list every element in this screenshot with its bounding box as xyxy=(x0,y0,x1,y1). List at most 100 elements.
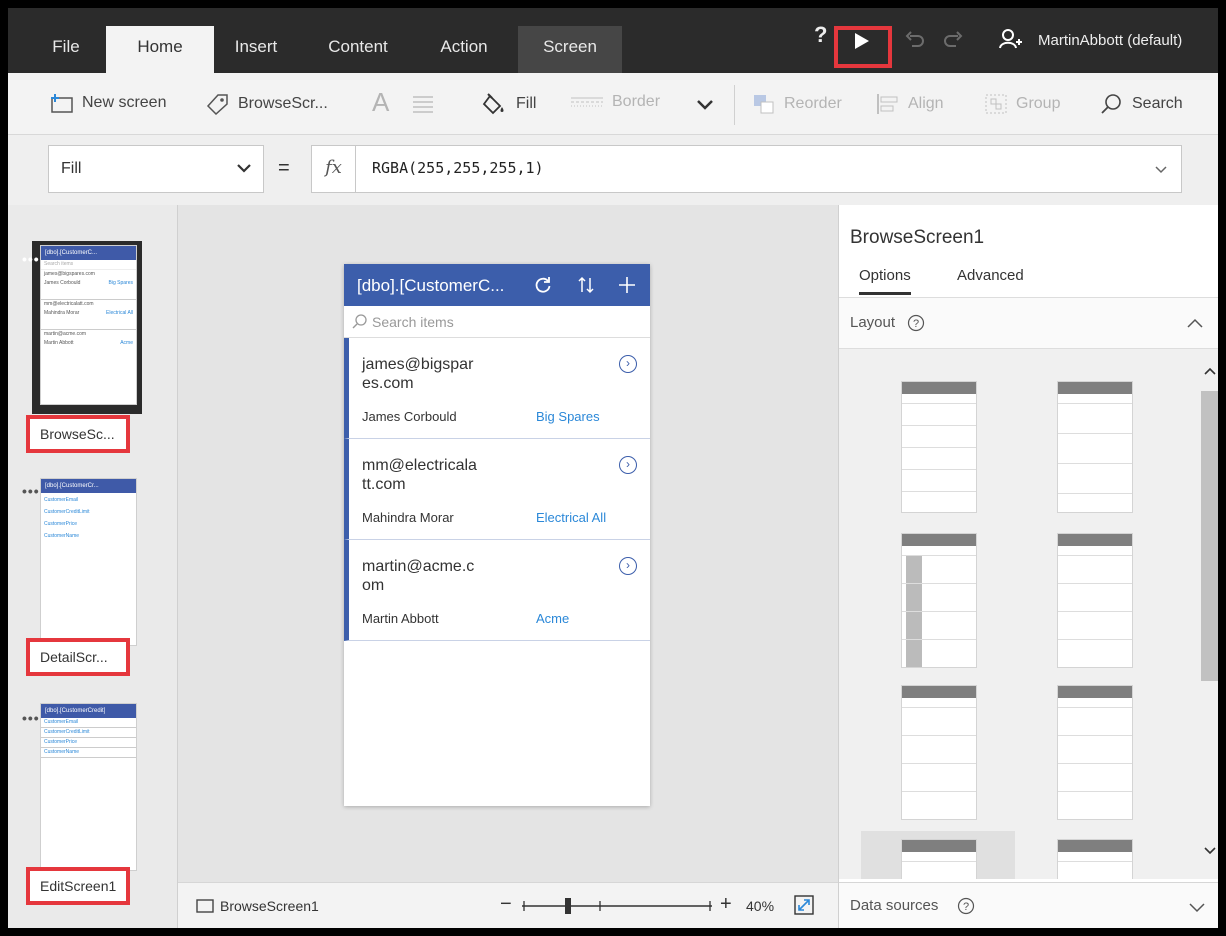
tab-home[interactable]: Home xyxy=(106,26,214,73)
thumb-row-name: Mahindra Morar xyxy=(44,310,80,316)
next-arrow-icon[interactable]: › xyxy=(619,355,637,373)
item-company: Electrical All xyxy=(536,510,607,525)
formula-expand-chevron-icon[interactable] xyxy=(1155,166,1167,174)
screen-label-browse[interactable]: BrowseSc... xyxy=(26,415,130,453)
fill-label: Fill xyxy=(516,95,537,112)
sort-icon[interactable] xyxy=(578,276,594,294)
list-item[interactable]: martin@acme.c om Martin Abbott Acme › xyxy=(344,540,650,641)
add-icon[interactable] xyxy=(618,276,636,294)
border-button[interactable]: Border xyxy=(570,93,660,111)
item-company: Big Spares xyxy=(536,409,600,424)
properties-panel: BrowseScreen1 Options Advanced Layout ? xyxy=(838,205,1218,928)
thumb-row-company: Electrical All xyxy=(106,310,133,316)
screen-more-icon[interactable]: ••• xyxy=(22,483,40,499)
thumb-row: mm@electricalatt.com Mahindra Morar Elect… xyxy=(41,300,136,330)
list-item[interactable]: james@bigspar es.com James Corbould Big … xyxy=(344,338,650,439)
screen-thumb-browse[interactable]: [dbo].[CustomerC... Search items james@b… xyxy=(40,245,137,405)
undo-icon[interactable] xyxy=(904,30,926,50)
svg-text:?: ? xyxy=(913,318,919,330)
formula-input[interactable]: fx RGBA(255,255,255,1) xyxy=(311,145,1182,193)
text-align-icon[interactable] xyxy=(412,95,434,113)
layout-gallery xyxy=(839,349,1201,879)
screen-more-icon[interactable]: ••• xyxy=(22,251,40,267)
search-placeholder: Search items xyxy=(372,314,454,330)
ribbon-divider xyxy=(734,85,735,125)
search-label: Search xyxy=(1132,95,1183,112)
thumb-row-meta: Martin Abbott Acme xyxy=(41,339,136,348)
layout-option[interactable] xyxy=(901,381,977,513)
top-bar: File Home Insert Content Action Screen ?… xyxy=(8,8,1218,73)
next-arrow-icon[interactable]: › xyxy=(619,557,637,575)
help-icon[interactable]: ? xyxy=(957,897,975,915)
design-canvas[interactable]: [dbo].[CustomerC... Search items james@b… xyxy=(178,205,838,928)
chevron-down-icon[interactable] xyxy=(1189,903,1205,913)
layout-option[interactable] xyxy=(1057,381,1133,513)
property-value: Fill xyxy=(61,160,82,177)
user-icon[interactable] xyxy=(998,28,1022,50)
current-screen-name: BrowseScreen1 xyxy=(220,898,319,914)
thumb-field: CustomerPrice xyxy=(41,738,136,748)
tab-insert[interactable]: Insert xyxy=(214,26,298,73)
new-screen-icon xyxy=(51,94,73,113)
tab-content[interactable]: Content xyxy=(306,26,410,73)
layout-option[interactable] xyxy=(1057,533,1133,668)
ribbon-more-chevron-icon[interactable] xyxy=(696,99,714,111)
thumb-field: CustomerName xyxy=(44,533,80,539)
user-name[interactable]: MartinAbbott (default) xyxy=(1038,32,1182,49)
item-name: Mahindra Morar xyxy=(362,510,454,525)
search-input[interactable]: Search items xyxy=(344,306,650,338)
tab-screen[interactable]: Screen xyxy=(518,26,622,73)
thumb-row-meta: James Corbould Big Spares xyxy=(41,279,136,288)
tab-advanced[interactable]: Advanced xyxy=(957,267,1024,284)
align-button[interactable]: Align xyxy=(876,93,944,115)
search-button[interactable]: Search xyxy=(1100,93,1183,115)
tab-file[interactable]: File xyxy=(36,26,96,73)
layout-option[interactable] xyxy=(901,685,977,820)
screen-label-edit[interactable]: EditScreen1 xyxy=(26,867,130,905)
formula-value[interactable]: RGBA(255,255,255,1) xyxy=(372,159,544,177)
new-screen-button[interactable]: New screen xyxy=(50,93,166,113)
layout-section-header[interactable]: Layout ? xyxy=(839,297,1218,349)
screen-label-detail[interactable]: DetailScr... xyxy=(26,638,130,676)
screen-thumb-edit[interactable]: [dbo].[CustomerCredit] CustomerEmail Cus… xyxy=(40,703,137,871)
screen-name-button[interactable]: BrowseScr... xyxy=(206,93,328,115)
item-email: martin@acme.c om xyxy=(362,558,475,594)
screen-title[interactable]: [dbo].[CustomerC... xyxy=(357,276,504,296)
help-icon[interactable]: ? xyxy=(907,314,925,332)
refresh-icon[interactable] xyxy=(534,276,552,294)
fill-button[interactable]: Fill xyxy=(482,93,536,115)
thumb-field: CustomerName xyxy=(41,748,136,758)
font-button[interactable]: A xyxy=(372,87,389,118)
layout-option[interactable] xyxy=(1057,839,1133,879)
thumb-row-email: martin@acme.com xyxy=(44,331,87,337)
play-icon[interactable] xyxy=(854,32,870,50)
device-preview[interactable]: [dbo].[CustomerC... Search items james@b… xyxy=(344,264,650,806)
layout-option[interactable] xyxy=(901,533,977,668)
tab-options[interactable]: Options xyxy=(859,267,911,295)
scroll-up-icon[interactable] xyxy=(1204,367,1216,375)
property-dropdown[interactable]: Fill xyxy=(48,145,264,193)
screen-more-icon[interactable]: ••• xyxy=(22,710,40,726)
reorder-button[interactable]: Reorder xyxy=(752,93,842,115)
next-arrow-icon[interactable]: › xyxy=(619,456,637,474)
help-button[interactable]: ? xyxy=(814,22,827,48)
screen-thumb-detail[interactable]: [dbo].[CustomerCr... CustomerEmail Custo… xyxy=(40,478,137,646)
zoom-slider[interactable] xyxy=(522,897,712,915)
scroll-down-icon[interactable] xyxy=(1204,847,1216,855)
scrollbar-thumb[interactable] xyxy=(1201,391,1218,681)
fx-icon: fx xyxy=(312,146,356,192)
fit-to-window-icon[interactable] xyxy=(794,895,814,915)
zoom-in-button[interactable]: + xyxy=(720,893,732,916)
chevron-up-icon[interactable] xyxy=(1187,318,1203,328)
layout-option[interactable] xyxy=(901,839,977,879)
group-icon xyxy=(985,94,1007,114)
redo-icon[interactable] xyxy=(942,30,964,50)
tab-action[interactable]: Action xyxy=(416,26,512,73)
border-icon xyxy=(571,97,603,107)
thumb-row-name: James Corbould xyxy=(44,280,81,286)
layout-option[interactable] xyxy=(1057,685,1133,820)
data-sources-section[interactable]: Data sources ? xyxy=(839,882,1218,928)
list-item[interactable]: mm@electricala tt.com Mahindra Morar Ele… xyxy=(344,439,650,540)
zoom-out-button[interactable]: − xyxy=(500,893,512,916)
group-button[interactable]: Group xyxy=(984,93,1060,115)
